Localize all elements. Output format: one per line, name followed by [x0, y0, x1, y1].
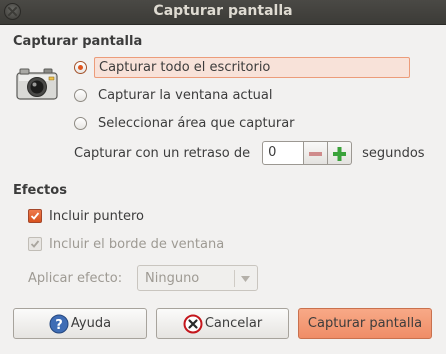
checkmark-icon: [30, 212, 40, 220]
apply-effect-value: Ninguno: [145, 270, 200, 286]
plus-icon: [333, 147, 347, 161]
help-icon: ?: [49, 314, 69, 333]
help-button-label: Ayuda: [70, 316, 112, 331]
increment-button[interactable]: [328, 141, 353, 165]
cancel-icon: [183, 314, 203, 333]
include-border-label: Incluir el borde de ventana: [49, 236, 225, 252]
option-capture-desktop[interactable]: Capturar todo el escritorio: [74, 56, 410, 78]
delay-unit: segundos: [362, 145, 425, 161]
option-capture-window-label: Capturar la ventana actual: [98, 87, 273, 103]
delay-input[interactable]: 0: [262, 141, 305, 165]
minus-icon: [309, 152, 323, 156]
decrement-button[interactable]: [304, 141, 329, 165]
apply-effect-select: Ninguno: [137, 265, 258, 291]
radio-button-selected[interactable]: [74, 60, 87, 74]
checkmark-icon: [30, 240, 40, 248]
include-border-checkbox: [28, 237, 42, 251]
option-capture-desktop-label: Capturar todo el escritorio: [94, 56, 410, 78]
include-pointer-label: Incluir puntero: [49, 208, 144, 224]
camera-icon: [16, 68, 58, 100]
window-title: Capturar pantalla: [153, 3, 293, 19]
capture-button-label: Capturar pantalla: [307, 316, 423, 331]
radio-button[interactable]: [74, 88, 87, 102]
include-pointer-checkbox[interactable]: [28, 209, 42, 223]
cancel-button-label: Cancelar: [204, 316, 263, 331]
combo-separator: [234, 270, 235, 287]
option-capture-window[interactable]: Capturar la ventana actual: [74, 84, 277, 106]
capture-section-title: Capturar pantalla: [13, 34, 143, 49]
delay-label: Capturar con un retraso de: [74, 145, 251, 161]
delay-row: Capturar con un retraso de 0 segundos: [74, 141, 425, 165]
help-button[interactable]: ? Ayuda: [13, 308, 147, 339]
cancel-button[interactable]: Cancelar: [156, 308, 289, 339]
apply-effect-label: Aplicar efecto:: [28, 271, 123, 286]
include-border-option: Incluir el borde de ventana: [28, 234, 224, 254]
include-pointer-option[interactable]: Incluir puntero: [28, 206, 144, 226]
option-select-area-label: Seleccionar área que capturar: [98, 115, 295, 131]
chevron-down-icon: [241, 276, 250, 282]
title-bar: Capturar pantalla: [0, 0, 446, 25]
radio-button[interactable]: [74, 116, 87, 130]
dialog-body: Capturar pantalla Capturar todo el escri…: [0, 25, 446, 354]
effects-section-title: Efectos: [13, 183, 67, 198]
capture-button[interactable]: Capturar pantalla: [298, 308, 432, 339]
svg-text:?: ?: [55, 318, 63, 333]
option-select-area[interactable]: Seleccionar área que capturar: [74, 112, 299, 134]
